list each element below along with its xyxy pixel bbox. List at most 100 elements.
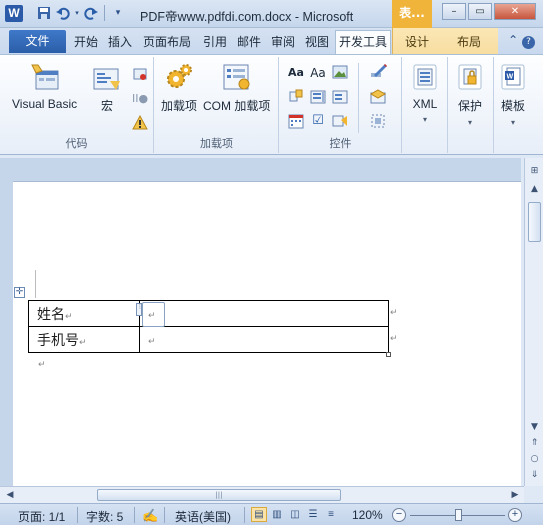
table-cell[interactable]: 手机号↵	[28, 326, 140, 353]
visual-basic-label: Visual Basic	[12, 97, 78, 111]
addins-button[interactable]: 加载项	[161, 63, 197, 114]
table-resize-handle[interactable]	[386, 352, 391, 357]
com-addins-button[interactable]: COM 加载项	[203, 63, 270, 114]
tab-mailings[interactable]: 邮件	[237, 32, 261, 52]
check-box-control-icon[interactable]: ☑	[310, 113, 326, 129]
group-addins-label: 加载项	[200, 137, 233, 150]
group-addins: 加载项 COM 加载项 加载项	[155, 57, 279, 153]
cell-end-mark: ↵	[79, 337, 87, 348]
redo-icon[interactable]	[83, 5, 99, 21]
restore-button[interactable]: ▭	[468, 3, 492, 20]
combo-box-control-icon[interactable]	[310, 89, 326, 105]
tab-references[interactable]: 引用	[203, 32, 227, 52]
horizontal-scroll-thumb[interactable]: |||	[97, 489, 341, 501]
vertical-ruler-gutter	[0, 158, 13, 486]
vertical-scrollbar[interactable]: ⊞ ▲ ▼ ⇑ ○ ⇓	[524, 158, 543, 486]
zoom-slider-thumb[interactable]	[455, 509, 462, 521]
tab-insert[interactable]: 插入	[108, 32, 132, 52]
templates-label: 模板	[500, 99, 525, 113]
close-button[interactable]: ✕	[494, 3, 536, 20]
group-controls: Aa Aa ☑ 控件	[280, 57, 402, 153]
templates-button[interactable]: W 模板 ▾	[500, 63, 526, 127]
macros-button[interactable]: 宏	[92, 63, 122, 114]
date-picker-control-icon[interactable]	[288, 113, 304, 129]
language-indicator[interactable]: 英语(美国)	[175, 508, 231, 525]
word-logo-icon[interactable]: W	[5, 5, 23, 22]
tab-review[interactable]: 审阅	[271, 32, 295, 52]
draft-view-icon[interactable]: ≡	[323, 507, 339, 522]
print-layout-icon[interactable]: ▤	[251, 507, 267, 522]
tab-file[interactable]: 文件	[9, 30, 66, 53]
cell-grip-icon[interactable]: ⋮	[136, 303, 143, 316]
picture-control-icon[interactable]	[332, 65, 348, 81]
outline-view-icon[interactable]: ☰	[305, 507, 321, 522]
table-move-handle-icon[interactable]: ✛	[14, 287, 25, 298]
previous-page-icon[interactable]: ⇑	[527, 436, 542, 450]
addins-label: 加载项	[161, 99, 198, 113]
word-count[interactable]: 字数: 5	[86, 508, 123, 525]
tab-view[interactable]: 视图	[305, 32, 329, 52]
title-bar: W ▾ ▾ PDF帝www.pdfdi.com.docx - Microsoft…	[0, 0, 543, 28]
tab-home[interactable]: 开始	[74, 32, 98, 52]
zoom-level[interactable]: 120%	[352, 508, 383, 522]
xml-button[interactable]: XML ▾	[412, 63, 438, 124]
table-row: 手机号↵ ↵	[28, 326, 389, 353]
zoom-in-icon[interactable]: +	[508, 508, 522, 522]
minimize-button[interactable]: –	[442, 3, 466, 20]
page-count[interactable]: 页面: 1/1	[18, 508, 65, 525]
building-block-control-icon[interactable]	[288, 89, 304, 105]
zoom-out-icon[interactable]: −	[392, 508, 406, 522]
visual-basic-icon	[30, 63, 60, 91]
next-page-icon[interactable]: ⇓	[527, 468, 542, 482]
full-screen-reading-icon[interactable]: ▥	[269, 507, 285, 522]
scroll-down-icon[interactable]: ▼	[527, 420, 542, 434]
undo-dropdown-icon[interactable]: ▾	[74, 5, 80, 21]
save-icon[interactable]	[36, 5, 52, 21]
row-end-mark: ↵	[390, 334, 398, 344]
macro-security-icon[interactable]	[132, 114, 148, 131]
tab-design[interactable]: 设计	[405, 32, 429, 52]
scroll-up-icon[interactable]: ▲	[527, 182, 542, 196]
protect-button[interactable]: 保护 ▾	[457, 63, 483, 127]
document-template-icon: W	[500, 63, 526, 91]
table-tools-context-title: 表...	[392, 0, 432, 28]
visual-basic-button[interactable]: Visual Basic	[12, 63, 77, 111]
drop-down-list-control-icon[interactable]	[332, 89, 348, 105]
status-bar: 页面: 1/1 字数: 5 ✍ 英语(美国) ▤ ▥ ◫ ☰ ≡ 120% − …	[0, 503, 543, 525]
customize-qat-icon[interactable]: ▾	[110, 5, 126, 21]
cell-end-mark: ↵	[148, 336, 156, 347]
browse-object-icon[interactable]: ○	[527, 452, 542, 466]
scroll-left-icon[interactable]: ◀	[3, 489, 17, 502]
horizontal-scrollbar[interactable]: ◀ ||| ▶	[0, 486, 524, 503]
vertical-scroll-thumb[interactable]	[528, 202, 541, 242]
tab-developer[interactable]: 开发工具	[335, 30, 392, 54]
help-icon[interactable]: ⌃ ?	[508, 33, 535, 49]
tab-page-layout[interactable]: 页面布局	[143, 32, 191, 52]
document-table[interactable]: 姓名↵ ↵ 手机号↵ ↵	[28, 300, 389, 353]
controls-separator	[358, 63, 359, 133]
com-addins-label: COM 加载项	[203, 99, 271, 113]
group-controls-icon[interactable]	[370, 113, 386, 129]
scroll-right-icon[interactable]: ▶	[508, 489, 522, 502]
web-layout-icon[interactable]: ◫	[287, 507, 303, 522]
table-cell[interactable]: ↵	[139, 300, 389, 327]
com-addins-icon	[222, 63, 252, 91]
legacy-tools-icon[interactable]	[332, 113, 348, 129]
properties-icon[interactable]	[369, 89, 387, 105]
protect-dropdown-icon: ▾	[467, 118, 472, 127]
tab-layout[interactable]: 布局	[457, 32, 481, 52]
active-cell-outline	[142, 302, 165, 327]
undo-icon[interactable]	[55, 5, 71, 21]
paragraph-mark: ↵	[38, 360, 46, 370]
plain-text-control-icon[interactable]: Aa	[310, 65, 326, 81]
table-cell[interactable]: 姓名↵	[28, 300, 140, 327]
ruler-toggle-icon[interactable]: ⊞	[527, 164, 542, 178]
proofing-icon[interactable]: ✍	[142, 508, 158, 524]
design-mode-icon[interactable]	[370, 63, 387, 79]
quick-access-toolbar: ▾ ▾	[36, 5, 126, 21]
group-controls-label: 控件	[329, 137, 352, 150]
table-cell[interactable]: ↵	[139, 326, 389, 353]
rich-text-control-icon[interactable]: Aa	[288, 65, 304, 81]
pause-recording-icon[interactable]: II●	[132, 91, 148, 107]
record-macro-icon[interactable]	[132, 67, 148, 83]
